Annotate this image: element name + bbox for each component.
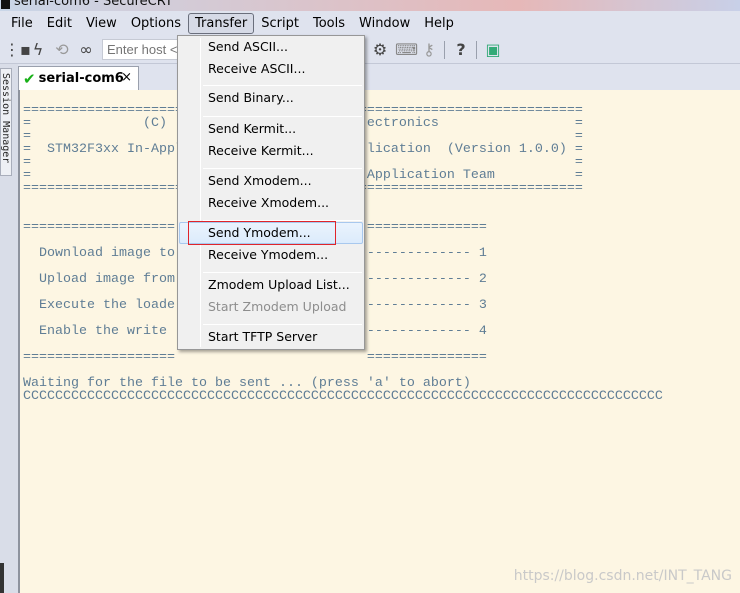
menu-item-receive-ascii[interactable]: Receive ASCII... xyxy=(208,58,305,80)
menu-tools[interactable]: Tools xyxy=(306,13,352,34)
menu-separator xyxy=(203,220,362,221)
toolbar-separator xyxy=(444,41,445,59)
terminal[interactable]: ========================================… xyxy=(18,90,740,593)
menu-options[interactable]: Options xyxy=(124,13,188,34)
watermark: https://blog.csdn.net/INT_TANG xyxy=(513,568,732,584)
menu-view[interactable]: View xyxy=(79,13,124,34)
window-title: serial-com6 - SecureCRT xyxy=(14,0,173,9)
menu-gutter xyxy=(200,38,201,347)
menu-item-receive-ymodem[interactable]: Receive Ymodem... xyxy=(208,244,328,266)
lock-screen-icon[interactable]: ▣ xyxy=(483,40,503,59)
menu-bar: File Edit View Options Transfer Script T… xyxy=(0,11,740,35)
menu-item-send-ascii[interactable]: Send ASCII... xyxy=(208,36,288,58)
menu-item-send-xmodem[interactable]: Send Xmodem... xyxy=(208,170,312,192)
menu-item-zmodem-upload-list[interactable]: Zmodem Upload List... xyxy=(208,274,350,296)
menu-help[interactable]: Help xyxy=(417,13,461,34)
tab-serial-com6[interactable]: ✔ serial-com6 × xyxy=(18,66,139,90)
menu-transfer[interactable]: Transfer xyxy=(187,12,255,34)
menu-item-start-zmodem-upload: Start Zmodem Upload xyxy=(208,299,347,314)
menu-item-send-binary[interactable]: Send Binary... xyxy=(208,87,294,109)
session-manager-tab[interactable]: Session Manager xyxy=(0,68,12,176)
menu-edit[interactable]: Edit xyxy=(40,13,79,34)
help-icon[interactable]: ? xyxy=(451,40,471,59)
menu-item-start-tftp-server[interactable]: Start TFTP Server xyxy=(208,326,317,348)
key-icon[interactable]: ⚷ xyxy=(419,40,439,59)
connected-check-icon: ✔ xyxy=(23,69,36,88)
scrollbar[interactable] xyxy=(0,563,4,593)
host-input[interactable] xyxy=(102,39,182,60)
menu-script[interactable]: Script xyxy=(254,13,306,34)
tab-bar: ✔ serial-com6 × xyxy=(18,64,740,90)
tab-label: serial-com6 xyxy=(38,71,124,86)
menu-separator xyxy=(203,324,362,325)
menu-separator xyxy=(203,85,362,86)
app-icon xyxy=(1,0,10,9)
menu-window[interactable]: Window xyxy=(352,13,417,34)
menu-item-send-kermit[interactable]: Send Kermit... xyxy=(208,118,296,140)
toolbar-separator xyxy=(476,41,477,59)
menu-file[interactable]: File xyxy=(4,13,40,34)
toolbar: ⋮▪ ϟ ⟲ ∞ ⚙ ⌨ ⚷ ? ▣ xyxy=(0,35,740,64)
gear-icon[interactable]: ⚙ xyxy=(370,40,390,59)
reconnect-icon[interactable]: ⟲ xyxy=(52,40,72,59)
title-bar: serial-com6 - SecureCRT xyxy=(0,0,740,11)
menu-item-send-ymodem[interactable]: Send Ymodem... xyxy=(208,222,311,244)
menu-separator xyxy=(203,168,362,169)
menu-item-receive-xmodem[interactable]: Receive Xmodem... xyxy=(208,192,329,214)
transfer-menu: Send ASCII... Receive ASCII... Send Binary… xyxy=(177,35,365,350)
close-tab-icon[interactable]: × xyxy=(121,70,132,85)
connect-bar-icon[interactable]: ⋮▪ xyxy=(4,40,31,59)
keyboard-icon[interactable]: ⌨ xyxy=(395,40,418,59)
menu-separator xyxy=(203,272,362,273)
menu-separator xyxy=(203,116,362,117)
menu-item-receive-kermit[interactable]: Receive Kermit... xyxy=(208,140,314,162)
left-panel xyxy=(0,176,14,593)
lightning-icon[interactable]: ϟ xyxy=(28,40,48,59)
link-icon[interactable]: ∞ xyxy=(76,40,96,59)
